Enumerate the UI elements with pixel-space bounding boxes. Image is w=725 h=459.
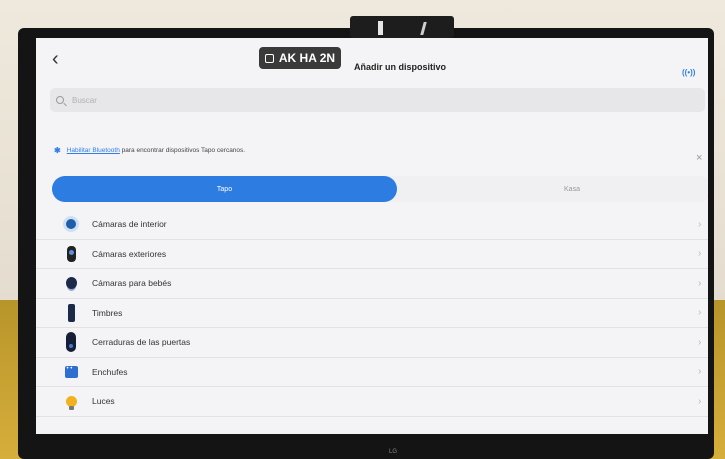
chevron-right-icon: ›	[698, 218, 702, 230]
outdoor-camera-icon	[64, 244, 78, 264]
list-item-label: Enchufes	[92, 366, 128, 377]
list-item-label: Cámaras exteriores	[92, 248, 167, 259]
enable-bluetooth-link[interactable]: Habilitar Bluetooth	[67, 147, 120, 154]
page-title: Añadir un dispositivo	[354, 62, 447, 72]
list-item-lights[interactable]: Luces ›	[36, 387, 708, 417]
back-button[interactable]: ‹	[52, 48, 59, 71]
tv-webcam	[350, 16, 454, 38]
list-item-outdoor-cameras[interactable]: Cámaras exteriores ›	[36, 240, 708, 269]
chevron-right-icon: ›	[698, 277, 702, 289]
list-item-label: Luces	[92, 396, 115, 407]
list-item-plugs[interactable]: Enchufes ›	[36, 358, 708, 387]
door-lock-icon	[64, 332, 78, 353]
baby-camera-icon	[64, 273, 78, 293]
list-item-indoor-cameras[interactable]: Cámaras de interior ›	[36, 210, 708, 240]
list-item-label: Cámaras de interior	[92, 219, 167, 230]
search-icon	[56, 96, 64, 104]
tab-kasa[interactable]: Kasa	[492, 176, 652, 202]
webcam-indicator	[420, 22, 427, 35]
close-banner-icon[interactable]: ×	[696, 152, 702, 164]
smart-plug-icon	[64, 362, 78, 382]
light-bulb-icon	[64, 391, 78, 411]
tab-tapo[interactable]: Tapo	[52, 176, 397, 202]
search-input[interactable]	[70, 94, 674, 106]
overlay-badge: AK HA 2N	[259, 47, 341, 69]
list-item-doorbells[interactable]: Timbres ›	[36, 299, 708, 328]
bluetooth-banner-text: para encontrar dispositivos Tapo cercano…	[121, 147, 246, 154]
app-screen: ‹ AK HA 2N Añadir un dispositivo ((•)) ✱…	[36, 38, 708, 434]
chevron-right-icon: ›	[698, 366, 702, 378]
tv-brand-logo: LG	[389, 449, 398, 455]
bluetooth-banner: ✱ Habilitar Bluetooth para encontrar dis…	[54, 146, 245, 155]
search-bar[interactable]	[50, 88, 705, 112]
list-item-door-locks[interactable]: Cerraduras de las puertas ›	[36, 328, 708, 358]
brand-tabs: Tapo Kasa	[52, 176, 708, 202]
device-category-list: Cámaras de interior › Cámaras exteriores…	[36, 210, 708, 417]
chevron-right-icon: ›	[698, 248, 702, 260]
scan-signal-icon[interactable]: ((•))	[682, 68, 695, 77]
list-item-label: Cámaras para bebés	[92, 278, 172, 289]
bluetooth-icon: ✱	[54, 146, 61, 155]
doorbell-icon	[64, 303, 78, 323]
webcam-lens	[378, 21, 383, 35]
list-item-baby-cameras[interactable]: Cámaras para bebés ›	[36, 269, 708, 299]
list-item-label: Timbres	[92, 307, 123, 318]
badge-icon	[264, 53, 274, 63]
chevron-right-icon: ›	[698, 395, 702, 407]
badge-text: AK HA 2N	[278, 51, 336, 65]
chevron-right-icon: ›	[698, 336, 702, 348]
list-item-label: Cerraduras de las puertas	[92, 337, 191, 348]
indoor-camera-icon	[64, 214, 78, 234]
chevron-right-icon: ›	[698, 307, 702, 319]
